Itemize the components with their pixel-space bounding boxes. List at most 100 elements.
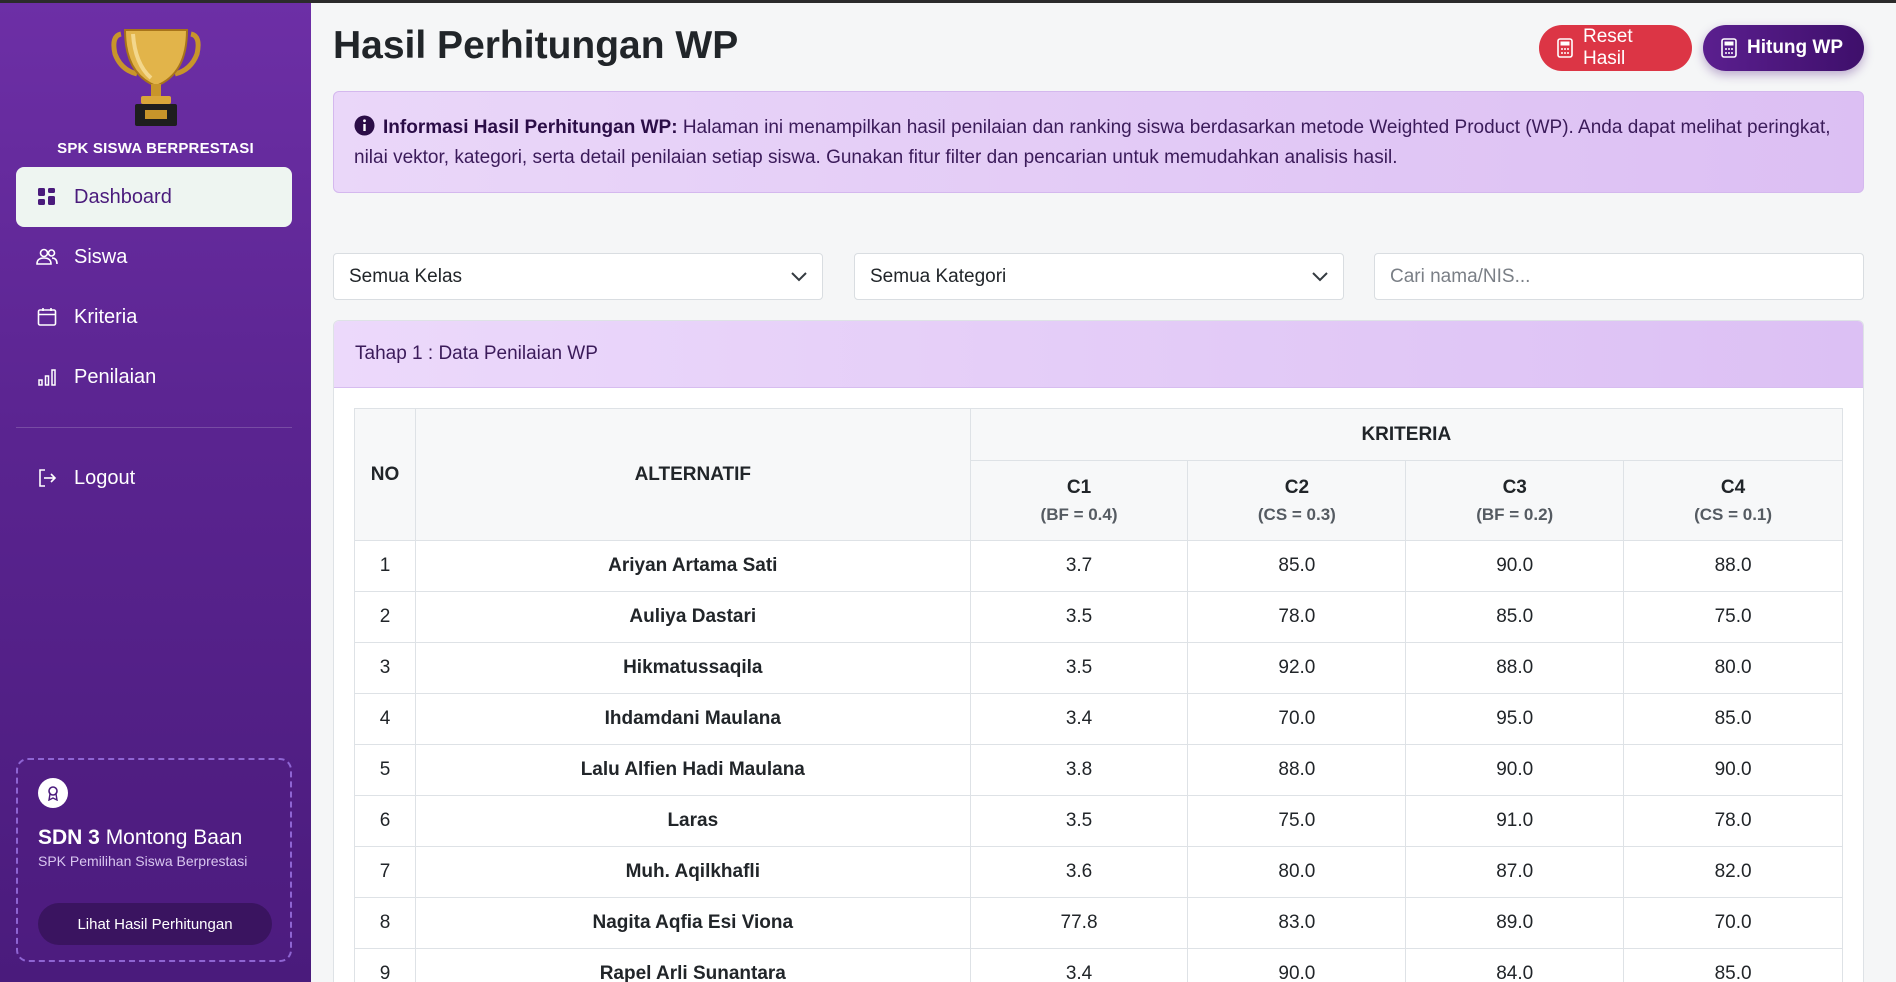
score-cell: 89.0 <box>1405 897 1625 949</box>
student-name-cell: Hikmatussaqila <box>414 642 971 694</box>
score-cell: 75.0 <box>1623 591 1843 643</box>
score-cell: 3.6 <box>969 846 1189 898</box>
score-cell: 3.4 <box>969 693 1189 745</box>
brand-title: SPK SISWA BERPRESTASI <box>57 140 254 157</box>
info-heading: Informasi Hasil Perhitungan WP: <box>383 117 678 138</box>
calculator-icon <box>1557 38 1573 58</box>
score-cell: 87.0 <box>1405 846 1625 898</box>
score-cell: 82.0 <box>1623 846 1843 898</box>
student-name-cell: Ariyan Artama Sati <box>414 540 971 592</box>
criteria-header: C2 (CS = 0.3) <box>1187 460 1407 541</box>
row-number-cell: 6 <box>354 795 416 847</box>
score-cell: 84.0 <box>1405 948 1625 982</box>
score-cell: 75.0 <box>1187 795 1407 847</box>
score-cell: 3.7 <box>969 540 1189 592</box>
award-icon <box>38 778 68 808</box>
users-icon <box>36 246 58 268</box>
score-cell: 90.0 <box>1405 540 1625 592</box>
col-alternatif-header: ALTERNATIF <box>414 408 971 541</box>
row-number-cell: 7 <box>354 846 416 898</box>
sidebar-item-dashboard[interactable]: Dashboard <box>16 167 292 227</box>
score-cell: 90.0 <box>1623 744 1843 796</box>
student-name-cell: Laras <box>414 795 971 847</box>
score-cell: 92.0 <box>1187 642 1407 694</box>
score-cell: 70.0 <box>1623 897 1843 949</box>
sidebar-item-label: Dashboard <box>74 185 172 208</box>
sidebar: SPK SISWA BERPRESTASI Dashboard Siswa Kr… <box>0 0 311 982</box>
sidebar-item-label: Penilaian <box>74 365 157 388</box>
info-alert: Informasi Hasil Perhitungan WP: Halaman … <box>333 91 1864 193</box>
sidebar-nav: Dashboard Siswa Kriteria Penilaian Logou… <box>16 167 292 508</box>
search-placeholder: Cari nama/NIS... <box>1390 265 1531 287</box>
score-cell: 88.0 <box>1405 642 1625 694</box>
wp-data-card: Tahap 1 : Data Penilaian WP NO ALTERNATI… <box>333 320 1864 982</box>
student-name-cell: Rapel Arli Sunantara <box>414 948 971 982</box>
score-cell: 3.4 <box>969 948 1189 982</box>
score-cell: 88.0 <box>1187 744 1407 796</box>
score-cell: 80.0 <box>1623 642 1843 694</box>
row-number-cell: 5 <box>354 744 416 796</box>
chevron-down-icon <box>791 266 807 288</box>
kelas-select[interactable]: Semua Kelas <box>333 253 823 300</box>
score-cell: 85.0 <box>1187 540 1407 592</box>
kategori-select-value: Semua Kategori <box>870 265 1007 287</box>
school-card: SDN 3 Montong Baan SPK Pemilihan Siswa B… <box>16 758 292 962</box>
score-cell: 90.0 <box>1187 948 1407 982</box>
sidebar-item-label: Siswa <box>74 245 128 268</box>
chevron-down-icon <box>1312 266 1328 288</box>
score-cell: 85.0 <box>1623 693 1843 745</box>
main-content: Hasil Perhitungan WP Reset Hasil Hitung … <box>333 0 1864 982</box>
student-name-cell: Ihdamdani Maulana <box>414 693 971 745</box>
row-number-cell: 2 <box>354 591 416 643</box>
logout-button[interactable]: Logout <box>16 448 292 508</box>
sidebar-item-siswa[interactable]: Siswa <box>16 227 292 287</box>
score-cell: 3.8 <box>969 744 1189 796</box>
student-name-cell: Auliya Dastari <box>414 591 971 643</box>
score-cell: 77.8 <box>969 897 1189 949</box>
row-number-cell: 9 <box>354 948 416 982</box>
criteria-header: C1 (BF = 0.4) <box>969 460 1189 541</box>
logout-icon <box>36 467 58 489</box>
reset-button[interactable]: Reset Hasil <box>1539 25 1692 71</box>
table-body: 1 Ariyan Artama Sati 3.7 85.0 90.0 88.0 2 Auliy… <box>354 540 1843 982</box>
table-row: 8 Nagita Aqfia Esi Viona 77.8 83.0 89.0 70.0 <box>354 897 1843 949</box>
table-row: 4 Ihdamdani Maulana 3.4 70.0 95.0 85.0 <box>354 693 1843 745</box>
student-name-cell: Muh. Aqilkhafli <box>414 846 971 898</box>
sidebar-item-kriteria[interactable]: Kriteria <box>16 287 292 347</box>
score-cell: 85.0 <box>1623 948 1843 982</box>
score-cell: 90.0 <box>1405 744 1625 796</box>
kategori-select[interactable]: Semua Kategori <box>854 253 1344 300</box>
calculator-icon <box>1721 38 1737 58</box>
score-cell: 88.0 <box>1623 540 1843 592</box>
col-kriteria-header: KRITERIA <box>969 408 1844 461</box>
sidebar-item-penilaian[interactable]: Penilaian <box>16 347 292 407</box>
student-name-cell: Lalu Alfien Hadi Maulana <box>414 744 971 796</box>
table-row: 5 Lalu Alfien Hadi Maulana 3.8 88.0 90.0 90.0 <box>354 744 1843 796</box>
table-row: 2 Auliya Dastari 3.5 78.0 85.0 75.0 <box>354 591 1843 643</box>
row-number-cell: 8 <box>354 897 416 949</box>
trophy-logo-icon <box>110 24 201 130</box>
score-cell: 3.5 <box>969 642 1189 694</box>
col-no-header: NO <box>354 408 416 541</box>
chart-icon <box>36 366 58 388</box>
score-cell: 83.0 <box>1187 897 1407 949</box>
view-results-button[interactable]: Lihat Hasil Perhitungan <box>38 903 272 945</box>
student-name-cell: Nagita Aqfia Esi Viona <box>414 897 971 949</box>
row-number-cell: 4 <box>354 693 416 745</box>
score-cell: 95.0 <box>1405 693 1625 745</box>
calendar-icon <box>36 306 58 328</box>
score-cell: 3.5 <box>969 591 1189 643</box>
page-title: Hasil Perhitungan WP <box>333 24 739 67</box>
score-cell: 80.0 <box>1187 846 1407 898</box>
wp-table: NO ALTERNATIF KRITERIA C1 (BF = 0.4) C2 (C… <box>354 408 1844 982</box>
table-row: 7 Muh. Aqilkhafli 3.6 80.0 87.0 82.0 <box>354 846 1843 898</box>
score-cell: 85.0 <box>1405 591 1625 643</box>
table-row: 3 Hikmatussaqila 3.5 92.0 88.0 80.0 <box>354 642 1843 694</box>
school-name: SDN 3 Montong Baan <box>38 826 243 849</box>
kelas-select-value: Semua Kelas <box>349 265 463 287</box>
table-row: 1 Ariyan Artama Sati 3.7 85.0 90.0 88.0 <box>354 540 1843 592</box>
info-icon <box>354 115 375 136</box>
search-input[interactable]: Cari nama/NIS... <box>1374 253 1864 300</box>
criteria-header: C3 (BF = 0.2) <box>1405 460 1625 541</box>
hitung-wp-button[interactable]: Hitung WP <box>1703 25 1864 71</box>
